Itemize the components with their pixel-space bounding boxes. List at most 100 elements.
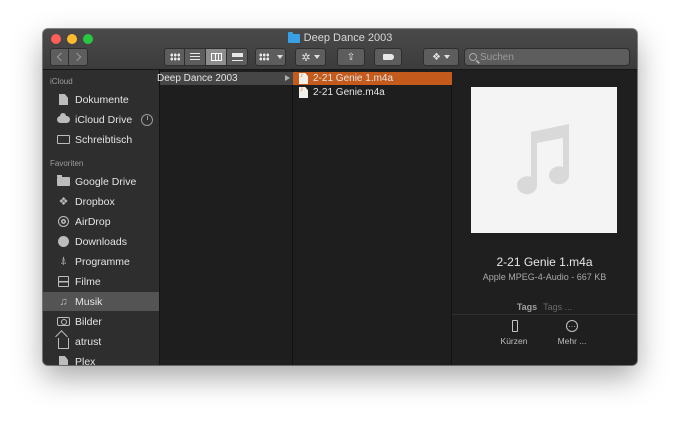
music-icon: ♫: [59, 295, 68, 308]
audio-file-icon: [299, 73, 308, 84]
folder-name: Deep Dance 2003: [157, 73, 238, 84]
tags-row: Tags Tags ...: [452, 302, 637, 312]
caret-down-icon: [276, 55, 283, 59]
back-button[interactable]: [50, 48, 69, 66]
sidebar-item-downloads[interactable]: Downloads: [43, 232, 159, 251]
sidebar-item-plex[interactable]: Plex: [43, 352, 159, 365]
chevron-right-icon: [72, 52, 81, 62]
music-note-icon: [517, 124, 569, 195]
document-icon: [57, 356, 70, 365]
cover-flow-button[interactable]: [227, 48, 248, 66]
sidebar-item-label: Dropbox: [75, 195, 115, 208]
sidebar-item-bilder[interactable]: Bilder: [43, 312, 159, 331]
sidebar-header-favoriten: Favoriten: [50, 159, 84, 168]
icon-view-button[interactable]: [164, 48, 185, 66]
sidebar-item-schreibtisch[interactable]: Schreibtisch: [43, 130, 159, 149]
folder-icon: [287, 31, 300, 43]
file-row[interactable]: 2-21 Genie.m4a: [293, 86, 452, 99]
sidebar-item-label: Musik: [75, 295, 103, 308]
sidebar-item-label: Dokumente: [75, 93, 129, 106]
caret-down-icon: [443, 55, 450, 59]
home-icon: [57, 336, 70, 349]
trim-button[interactable]: Kürzen: [484, 320, 544, 346]
preview-thumbnail: [471, 87, 617, 233]
sidebar-item-icloud-drive[interactable]: iCloud Drive: [43, 110, 159, 129]
sidebar-item-label: Google Drive: [75, 175, 137, 188]
chevron-left-icon: [56, 52, 66, 62]
download-icon: [57, 236, 70, 248]
film-icon: [57, 276, 70, 288]
share-icon: ⇪: [346, 51, 356, 63]
file-name: 2-21 Genie.m4a: [313, 87, 385, 98]
audio-file-icon: [299, 87, 308, 98]
apps-icon: ⍋: [60, 255, 67, 267]
sidebar-header-icloud: iCloud: [50, 77, 73, 86]
columns-icon: [210, 53, 222, 61]
sidebar-item-label: Bilder: [75, 315, 102, 328]
preview-file-kind: Apple MPEG-4-Audio - 667 KB: [482, 272, 607, 282]
finder-window: Deep Dance 2003 ✲ ⇪ ❖ Suchen iCloud Doku…: [43, 29, 637, 365]
sidebar: iCloud Dokumente iCloud Drive Schreibtis…: [43, 70, 160, 365]
sidebar-item-programme[interactable]: ⍋ Programme: [43, 252, 159, 271]
window-title-text: Deep Dance 2003: [303, 32, 393, 44]
grid-icon: [258, 53, 269, 61]
sidebar-item-filme[interactable]: Filme: [43, 272, 159, 291]
tags-input[interactable]: Tags ...: [543, 302, 572, 312]
sidebar-item-label: atrust: [75, 335, 102, 348]
list-icon: [190, 53, 200, 61]
window-title: Deep Dance 2003: [43, 31, 637, 45]
search-field[interactable]: [464, 48, 630, 66]
share-button[interactable]: ⇪: [337, 48, 365, 66]
cover-flow-icon: [231, 53, 243, 61]
dropbox-button[interactable]: ❖: [423, 48, 459, 66]
more-button[interactable]: ··· Mehr ...: [542, 320, 602, 346]
sidebar-item-label: AirDrop: [75, 215, 111, 228]
forward-button[interactable]: [69, 48, 88, 66]
search-input[interactable]: [480, 51, 620, 63]
folder-icon: [57, 175, 70, 188]
sidebar-item-label: Programme: [75, 255, 130, 268]
group-button[interactable]: [255, 48, 286, 66]
preview-file-name: 2-21 Genie 1.m4a: [496, 255, 593, 269]
sidebar-item-label: Downloads: [75, 235, 127, 248]
sidebar-item-google-drive[interactable]: Google Drive: [43, 172, 159, 191]
action-button[interactable]: ✲: [295, 48, 326, 66]
document-icon: [57, 94, 70, 106]
column-view-button[interactable]: [206, 48, 227, 66]
disclosure-arrow-icon: [285, 75, 290, 81]
sidebar-item-dropbox[interactable]: ❖ Dropbox: [43, 192, 159, 211]
sidebar-item-musik[interactable]: ♫ Musik: [43, 292, 159, 311]
file-name: 2-21 Genie 1.m4a: [313, 73, 394, 84]
gear-icon: ✲: [301, 51, 311, 64]
dropbox-icon: ❖: [432, 51, 441, 63]
dropbox-icon: ❖: [58, 196, 69, 208]
column-browser-1: Deep Dance 2003: [157, 70, 293, 365]
preview-pane: 2-21 Genie 1.m4a Apple MPEG-4-Audio - 66…: [452, 70, 637, 365]
cloud-icon: [57, 113, 70, 126]
divider: [452, 314, 637, 315]
search-icon: [469, 53, 477, 61]
view-switcher: [164, 48, 248, 66]
folder-row[interactable]: Deep Dance 2003: [157, 72, 293, 85]
sync-status-icon: [141, 113, 154, 126]
sidebar-item-label: iCloud Drive: [75, 113, 133, 126]
more-label: Mehr ...: [557, 336, 587, 346]
airdrop-icon: [57, 216, 70, 228]
trim-label: Kürzen: [500, 336, 528, 346]
caret-down-icon: [313, 55, 320, 59]
tag-icon: [382, 54, 394, 60]
tags-label: Tags: [516, 302, 538, 312]
tag-button[interactable]: [374, 48, 402, 66]
file-row[interactable]: 2-21 Genie 1.m4a: [293, 72, 452, 85]
column-browser-2: 2-21 Genie 1.m4a 2-21 Genie.m4a: [293, 70, 452, 365]
list-view-button[interactable]: [185, 48, 206, 66]
sidebar-item-dokumente[interactable]: Dokumente: [43, 90, 159, 109]
sidebar-item-label: Schreibtisch: [75, 133, 133, 146]
sidebar-item-atrust[interactable]: atrust: [43, 332, 159, 351]
sidebar-item-airdrop[interactable]: AirDrop: [43, 212, 159, 231]
camera-icon: [57, 316, 70, 328]
trim-icon: [508, 320, 521, 332]
grid-icon: [169, 53, 180, 61]
sidebar-item-label: Filme: [75, 275, 101, 288]
desktop-icon: [57, 134, 70, 146]
